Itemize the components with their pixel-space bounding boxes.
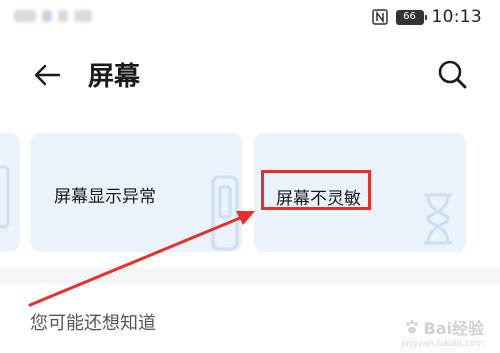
back-button[interactable] — [30, 58, 64, 92]
battery-level: 66 — [403, 11, 416, 22]
obscured-status-icon — [58, 10, 68, 22]
topic-card-partial[interactable] — [0, 133, 20, 252]
search-icon — [438, 60, 467, 89]
obscured-status-icon — [14, 10, 36, 22]
watermark-site: jingyan.baidu.com — [400, 339, 484, 349]
page-title: 屏幕 — [88, 62, 141, 92]
topic-card-not-sensitive[interactable]: 屏幕不灵敏 — [254, 133, 466, 252]
section-title: 您可能还想知道 — [30, 313, 156, 334]
search-button[interactable] — [434, 56, 470, 92]
status-right: 66 10:13 — [371, 7, 483, 27]
status-bar: 66 10:13 — [0, 0, 500, 34]
watermark-logo: Bai经验 jingyan.baidu.com — [401, 315, 484, 349]
obscured-status-icon — [74, 10, 92, 22]
back-arrow-icon — [34, 64, 61, 86]
section-divider — [0, 268, 500, 284]
paw-logo-icon — [405, 320, 418, 334]
nfc-icon — [371, 9, 388, 25]
battery-icon: 66 — [395, 9, 427, 25]
watermark-brand: Bai经验 — [423, 319, 484, 338]
card-label: 屏幕显示异常 — [54, 187, 156, 207]
obscured-status-icon — [42, 10, 52, 22]
phone-outline-icon — [211, 175, 239, 251]
status-time: 10:13 — [431, 7, 482, 27]
topic-card-display-abnormal[interactable]: 屏幕显示异常 — [31, 133, 242, 252]
hourglass-icon — [424, 193, 452, 245]
card-label: 屏幕不灵敏 — [276, 189, 361, 209]
status-left-obscured — [14, 10, 92, 22]
card-decoration-icon — [0, 165, 10, 229]
screen-settings-page: 66 10:13 屏幕 屏幕显示异常 屏幕不灵敏 您可能还想知道 Bai经验 j… — [0, 0, 500, 353]
